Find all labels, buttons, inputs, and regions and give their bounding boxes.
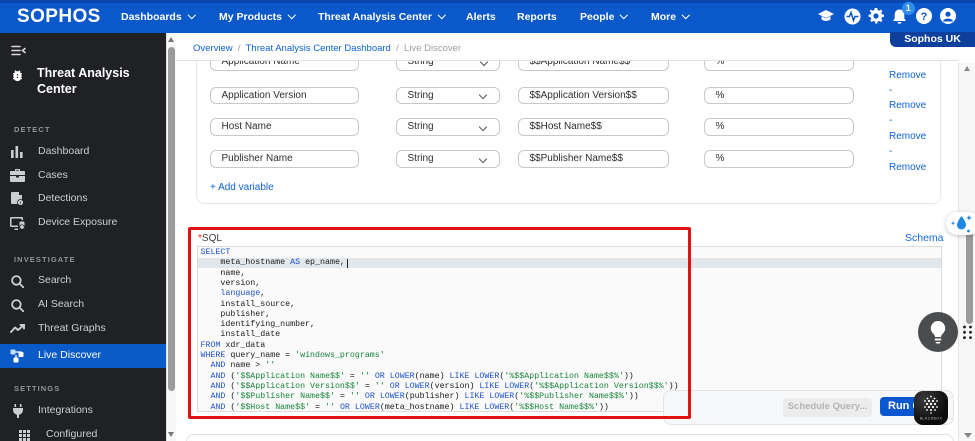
svg-text:?: ? xyxy=(921,11,928,23)
svg-text:BLACKBOX: BLACKBOX xyxy=(920,417,943,421)
